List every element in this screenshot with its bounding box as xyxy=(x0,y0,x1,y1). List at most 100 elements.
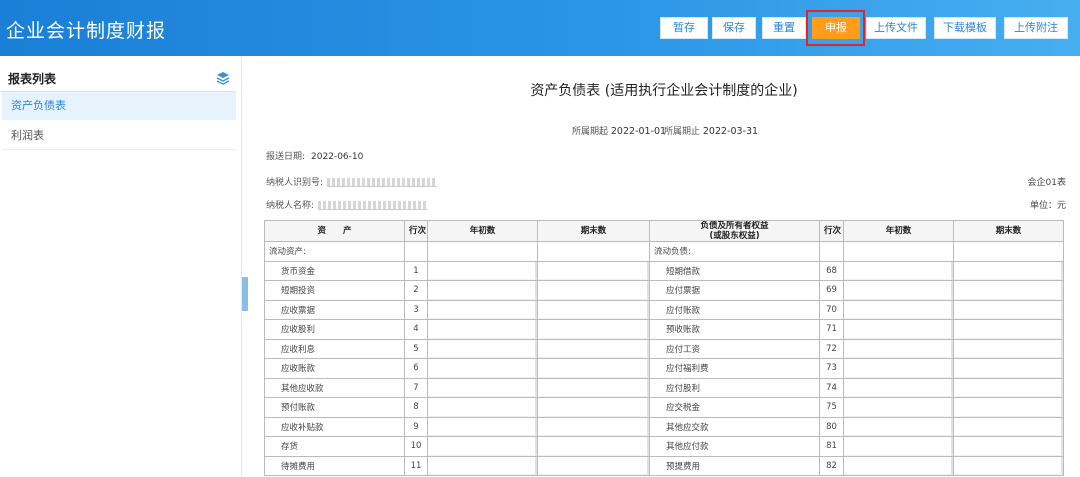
asset-end-cell-input[interactable] xyxy=(538,398,649,417)
liability-begin-cell-input[interactable] xyxy=(844,281,953,300)
liability-end-cell-input[interactable] xyxy=(954,300,1063,319)
liability-begin-cell[interactable] xyxy=(843,299,954,320)
liability-end-cell-input[interactable] xyxy=(954,398,1063,417)
asset-end-cell-input[interactable] xyxy=(538,378,649,397)
liability-end-cell-input[interactable] xyxy=(954,417,1063,436)
liability-begin-cell[interactable] xyxy=(843,338,954,359)
save-draft-button[interactable]: 暂存 xyxy=(660,17,708,39)
liability-begin-cell[interactable] xyxy=(843,416,954,437)
liability-end-cell-input[interactable] xyxy=(954,339,1063,358)
asset-begin-cell-input[interactable] xyxy=(428,281,537,300)
asset-begin-cell[interactable] xyxy=(427,377,538,398)
liability-begin-cell-input[interactable] xyxy=(844,320,953,339)
liability-begin-cell-input[interactable] xyxy=(844,261,953,280)
asset-end-cell-input[interactable] xyxy=(538,359,649,378)
liability-begin-cell[interactable] xyxy=(843,455,954,476)
asset-end-cell[interactable] xyxy=(537,455,650,476)
asset-end-cell[interactable] xyxy=(537,280,650,301)
asset-end-cell-input[interactable] xyxy=(538,281,649,300)
liability-begin-cell-input[interactable] xyxy=(844,456,953,475)
liability-begin-cell-input[interactable] xyxy=(844,437,953,456)
liability-end-cell[interactable] xyxy=(953,299,1064,320)
liability-end-cell-input[interactable] xyxy=(954,437,1063,456)
upload-file-button[interactable]: 上传文件 xyxy=(866,17,926,39)
asset-end-cell[interactable] xyxy=(537,338,650,359)
asset-end-cell-input[interactable] xyxy=(538,339,649,358)
liability-end-cell[interactable] xyxy=(953,455,1064,476)
liability-end-cell[interactable] xyxy=(953,280,1064,301)
liability-end-cell-input[interactable] xyxy=(954,456,1063,475)
asset-end-cell[interactable] xyxy=(537,260,650,281)
asset-end-cell[interactable] xyxy=(537,436,650,457)
asset-begin-cell-input[interactable] xyxy=(428,417,537,436)
liability-begin-cell[interactable] xyxy=(843,280,954,301)
asset-end-cell-input[interactable] xyxy=(538,261,649,280)
liability-end-cell[interactable] xyxy=(953,436,1064,457)
liability-end-cell[interactable] xyxy=(953,416,1064,437)
asset-end-cell-input[interactable] xyxy=(538,456,649,475)
asset-begin-cell-input[interactable] xyxy=(428,320,537,339)
liability-end-cell[interactable] xyxy=(953,319,1064,340)
asset-begin-cell[interactable] xyxy=(427,319,538,340)
asset-end-cell[interactable] xyxy=(537,416,650,437)
liability-end-cell-input[interactable] xyxy=(954,261,1063,280)
asset-end-cell-input[interactable] xyxy=(538,437,649,456)
liability-begin-cell[interactable] xyxy=(843,319,954,340)
liability-begin-cell-input[interactable] xyxy=(844,339,953,358)
asset-begin-cell[interactable] xyxy=(427,436,538,457)
asset-end-cell[interactable] xyxy=(537,397,650,418)
liability-begin-cell-input[interactable] xyxy=(844,398,953,417)
liability-end-cell[interactable] xyxy=(953,358,1064,379)
liability-end-cell[interactable] xyxy=(953,338,1064,359)
asset-end-cell[interactable] xyxy=(537,377,650,398)
period-end-value[interactable]: 2022-03-31 xyxy=(703,126,758,137)
asset-end-cell-input[interactable] xyxy=(538,300,649,319)
liability-end-cell[interactable] xyxy=(953,260,1064,281)
liability-begin-cell[interactable] xyxy=(843,397,954,418)
asset-end-cell[interactable] xyxy=(537,299,650,320)
liability-begin-cell-input[interactable] xyxy=(844,378,953,397)
asset-end-cell[interactable] xyxy=(537,319,650,340)
asset-begin-cell[interactable] xyxy=(427,260,538,281)
period-start-value[interactable]: 2022-01-01 xyxy=(611,126,666,137)
asset-begin-cell-input[interactable] xyxy=(428,378,537,397)
asset-begin-cell[interactable] xyxy=(427,280,538,301)
asset-begin-cell-input[interactable] xyxy=(428,437,537,456)
sidebar-item-balance-sheet[interactable]: 资产负债表 xyxy=(2,92,236,120)
asset-end-cell-input[interactable] xyxy=(538,417,649,436)
reset-button[interactable]: 重置 xyxy=(762,17,806,39)
layers-icon[interactable] xyxy=(216,70,230,85)
asset-begin-cell-input[interactable] xyxy=(428,339,537,358)
asset-end-cell[interactable] xyxy=(537,358,650,379)
asset-begin-cell-input[interactable] xyxy=(428,398,537,417)
asset-begin-cell[interactable] xyxy=(427,299,538,320)
save-button[interactable]: 保存 xyxy=(712,17,756,39)
liability-end-cell-input[interactable] xyxy=(954,378,1063,397)
liability-end-cell-input[interactable] xyxy=(954,281,1063,300)
liability-begin-cell[interactable] xyxy=(843,260,954,281)
highlight-box xyxy=(806,10,865,46)
asset-begin-cell[interactable] xyxy=(427,416,538,437)
asset-begin-cell-input[interactable] xyxy=(428,359,537,378)
asset-begin-cell-input[interactable] xyxy=(428,261,537,280)
liability-begin-cell[interactable] xyxy=(843,358,954,379)
asset-begin-cell[interactable] xyxy=(427,455,538,476)
asset-begin-cell-input[interactable] xyxy=(428,300,537,319)
sidebar-item-income-statement[interactable]: 利润表 xyxy=(2,122,236,150)
liability-begin-cell[interactable] xyxy=(843,377,954,398)
asset-begin-cell[interactable] xyxy=(427,397,538,418)
liability-begin-cell[interactable] xyxy=(843,436,954,457)
liability-end-cell-input[interactable] xyxy=(954,359,1063,378)
asset-end-cell-input[interactable] xyxy=(538,320,649,339)
liability-end-cell[interactable] xyxy=(953,397,1064,418)
liability-begin-cell-input[interactable] xyxy=(844,359,953,378)
download-template-button[interactable]: 下载模板 xyxy=(934,17,996,39)
upload-notes-button[interactable]: 上传附注 xyxy=(1004,17,1068,39)
liability-begin-cell-input[interactable] xyxy=(844,417,953,436)
liability-end-cell[interactable] xyxy=(953,377,1064,398)
liability-begin-cell-input[interactable] xyxy=(844,300,953,319)
asset-begin-cell-input[interactable] xyxy=(428,456,537,475)
asset-begin-cell[interactable] xyxy=(427,358,538,379)
liability-end-cell-input[interactable] xyxy=(954,320,1063,339)
asset-begin-cell[interactable] xyxy=(427,338,538,359)
